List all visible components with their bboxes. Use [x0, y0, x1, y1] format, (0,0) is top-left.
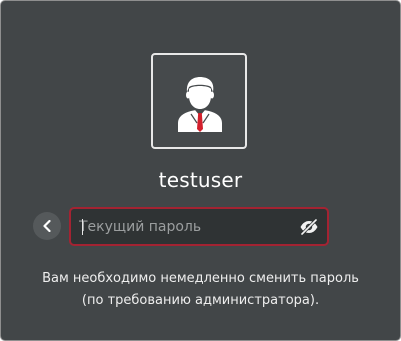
show-password-toggle[interactable] [298, 216, 320, 238]
back-button[interactable] [33, 212, 61, 240]
text-caret [82, 219, 83, 235]
user-avatar [151, 53, 247, 149]
user-avatar-icon [178, 77, 222, 132]
login-dialog: testuser Вам необходимо немедленно смени… [0, 0, 401, 341]
chevron-left-icon [43, 220, 51, 232]
eye-slash-icon [300, 219, 318, 235]
password-input[interactable] [79, 209, 289, 244]
password-change-message: Вам необходимо немедленно сменить пароль… [1, 268, 400, 312]
message-line-1: Вам необходимо немедленно сменить пароль [42, 271, 359, 286]
message-line-2: (по требованию администратора). [81, 293, 320, 308]
username-label: testuser [158, 168, 243, 192]
password-field[interactable] [69, 207, 329, 246]
